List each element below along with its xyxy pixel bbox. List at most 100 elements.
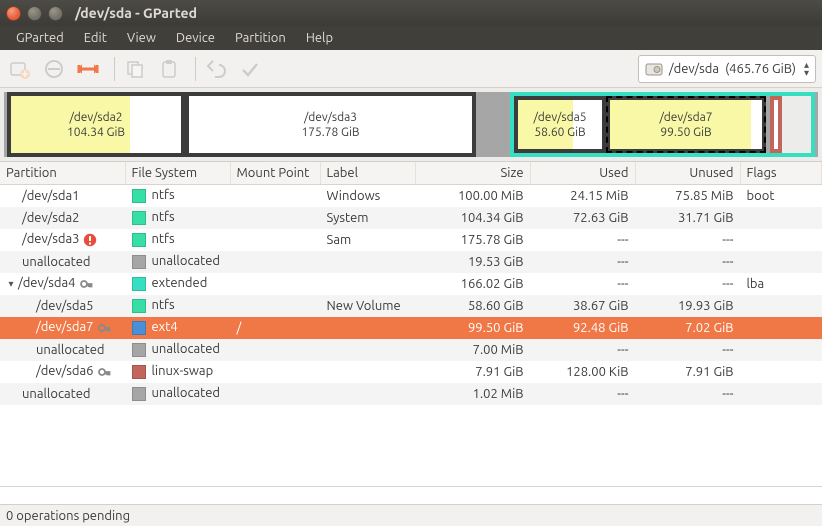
key-icon bbox=[97, 365, 111, 379]
menu-edit[interactable]: Edit bbox=[74, 28, 117, 48]
table-row[interactable]: /dev/sda2 ntfsSystem104.34 GiB72.63 GiB3… bbox=[0, 207, 822, 229]
col-mount[interactable]: Mount Point bbox=[230, 162, 320, 185]
col-unused[interactable]: Unused bbox=[635, 162, 740, 185]
cell-fs: unallocated bbox=[125, 339, 230, 361]
cell-used: --- bbox=[530, 273, 635, 295]
table-row[interactable]: ▾/dev/sda4 extended166.02 GiB------lba bbox=[0, 273, 822, 295]
menu-partition[interactable]: Partition bbox=[225, 28, 296, 48]
cell-fs: ntfs bbox=[125, 229, 230, 251]
cell-unused: --- bbox=[635, 383, 740, 405]
resize-move-button[interactable] bbox=[74, 55, 102, 83]
map-label: /dev/sda5 bbox=[533, 110, 586, 125]
map-partition-sda7[interactable]: /dev/sda799.50 GiB bbox=[606, 96, 766, 153]
table-row[interactable]: /dev/sda5 ntfsNew Volume58.60 GiB38.67 G… bbox=[0, 295, 822, 317]
toolbar-separator bbox=[114, 57, 115, 81]
map-partition-sda5[interactable]: /dev/sda558.60 GiB bbox=[514, 96, 606, 153]
cell-flags bbox=[740, 339, 822, 361]
new-partition-button[interactable] bbox=[6, 55, 34, 83]
table-row[interactable]: /dev/sda1 ntfsWindows100.00 MiB24.15 MiB… bbox=[0, 185, 822, 207]
menu-gparted[interactable]: GParted bbox=[6, 28, 74, 48]
cell-label: System bbox=[320, 207, 415, 229]
window-maximize-button[interactable] bbox=[48, 6, 63, 21]
cell-label bbox=[320, 251, 415, 273]
cell-size: 100.00 MiB bbox=[415, 185, 530, 207]
expander-icon[interactable]: ▾ bbox=[6, 278, 16, 290]
cell-partition: unallocated bbox=[0, 339, 125, 361]
map-gap-unallocated[interactable] bbox=[476, 92, 510, 157]
menu-device[interactable]: Device bbox=[166, 28, 225, 48]
cell-unused: 7.02 GiB bbox=[635, 317, 740, 339]
cell-partition: unallocated bbox=[0, 251, 125, 273]
cell-unused: --- bbox=[635, 273, 740, 295]
fs-swatch bbox=[132, 233, 146, 247]
fs-swatch bbox=[132, 255, 146, 269]
col-fs[interactable]: File System bbox=[125, 162, 230, 185]
cell-used: 128.00 KiB bbox=[530, 361, 635, 383]
col-partition[interactable]: Partition bbox=[0, 162, 125, 185]
cell-fs: extended bbox=[125, 273, 230, 295]
map-gap bbox=[815, 92, 818, 157]
cell-size: 166.02 GiB bbox=[415, 273, 530, 295]
cell-partition: /dev/sda5 bbox=[0, 295, 125, 317]
cell-used: --- bbox=[530, 339, 635, 361]
cell-fs: unallocated bbox=[125, 251, 230, 273]
cell-size: 19.53 GiB bbox=[415, 251, 530, 273]
cell-label bbox=[320, 361, 415, 383]
cell-label bbox=[320, 273, 415, 295]
cell-flags bbox=[740, 207, 822, 229]
device-size: (465.76 GiB) bbox=[725, 62, 796, 76]
table-row[interactable]: /dev/sda6 linux-swap7.91 GiB128.00 KiB7.… bbox=[0, 361, 822, 383]
map-partition-swap[interactable] bbox=[770, 96, 782, 153]
copy-button[interactable] bbox=[121, 55, 149, 83]
col-flags[interactable]: Flags bbox=[740, 162, 822, 185]
undo-button[interactable] bbox=[202, 55, 230, 83]
cell-mount bbox=[230, 273, 320, 295]
col-label[interactable]: Label bbox=[320, 162, 415, 185]
chevron-updown-icon: ▴▾ bbox=[802, 61, 811, 77]
table-row[interactable]: /dev/sda3 ntfsSam175.78 GiB------ bbox=[0, 229, 822, 251]
cell-flags bbox=[740, 383, 822, 405]
map-extended-container[interactable]: /dev/sda558.60 GiB /dev/sda799.50 GiB bbox=[510, 92, 815, 157]
table-row[interactable]: unallocated unallocated7.00 MiB------ bbox=[0, 339, 822, 361]
col-used[interactable]: Used bbox=[530, 162, 635, 185]
table-row[interactable]: /dev/sda7 ext4/99.50 GiB92.48 GiB7.02 Gi… bbox=[0, 317, 822, 339]
fs-swatch bbox=[132, 299, 146, 313]
menu-view[interactable]: View bbox=[117, 28, 166, 48]
device-selector[interactable]: /dev/sda (465.76 GiB) ▴▾ bbox=[638, 55, 816, 83]
window-close-button[interactable] bbox=[6, 6, 21, 21]
map-partition-sda3[interactable]: /dev/sda3175.78 GiB bbox=[185, 92, 476, 157]
toolbar-separator bbox=[195, 57, 196, 81]
cell-label bbox=[320, 383, 415, 405]
col-size[interactable]: Size bbox=[415, 162, 530, 185]
paste-button[interactable] bbox=[155, 55, 183, 83]
fs-swatch bbox=[132, 387, 146, 401]
table-header: Partition File System Mount Point Label … bbox=[0, 162, 822, 185]
key-icon bbox=[97, 321, 111, 335]
fs-swatch bbox=[132, 365, 146, 379]
cell-size: 1.02 MiB bbox=[415, 383, 530, 405]
map-partition-sda2[interactable]: /dev/sda2104.34 GiB bbox=[7, 92, 185, 157]
apply-button[interactable] bbox=[236, 55, 264, 83]
window-title: /dev/sda - GParted bbox=[75, 5, 197, 21]
cell-unused: 31.71 GiB bbox=[635, 207, 740, 229]
cell-fs: linux-swap bbox=[125, 361, 230, 383]
cell-flags bbox=[740, 229, 822, 251]
cell-mount bbox=[230, 207, 320, 229]
window-minimize-button[interactable] bbox=[27, 6, 42, 21]
cell-label: Sam bbox=[320, 229, 415, 251]
cell-partition: /dev/sda3 bbox=[0, 229, 125, 251]
table-row[interactable]: unallocated unallocated19.53 GiB------ bbox=[0, 251, 822, 273]
pending-operations: 0 operations pending bbox=[6, 509, 130, 523]
cell-flags bbox=[740, 361, 822, 383]
cell-mount bbox=[230, 229, 320, 251]
cell-size: 99.50 GiB bbox=[415, 317, 530, 339]
cell-flags bbox=[740, 295, 822, 317]
table-row[interactable]: unallocated unallocated1.02 MiB------ bbox=[0, 383, 822, 405]
map-size: 175.78 GiB bbox=[301, 125, 359, 140]
map-size: 104.34 GiB bbox=[67, 125, 125, 140]
cell-mount bbox=[230, 185, 320, 207]
delete-partition-button[interactable] bbox=[40, 55, 68, 83]
map-label: /dev/sda3 bbox=[301, 110, 359, 125]
menu-help[interactable]: Help bbox=[296, 28, 343, 48]
cell-unused: 19.93 GiB bbox=[635, 295, 740, 317]
